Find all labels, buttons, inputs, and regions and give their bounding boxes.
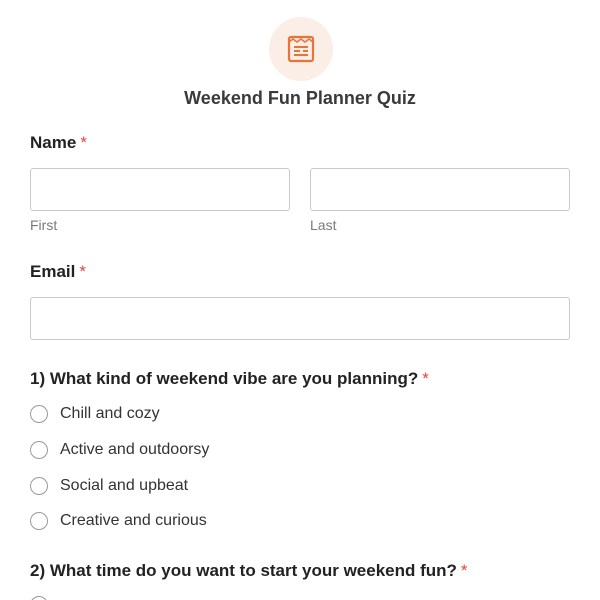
- first-name-sublabel: First: [30, 217, 58, 233]
- radio-button[interactable]: [30, 441, 48, 459]
- name-label: Name *: [30, 133, 87, 153]
- email-label: Email *: [30, 262, 86, 282]
- form-document-icon: [287, 35, 315, 63]
- question-1-option-1[interactable]: Chill and cozy: [30, 403, 160, 425]
- radio-button[interactable]: [30, 477, 48, 495]
- email-input[interactable]: [30, 297, 570, 340]
- option-label: Active and outdoorsy: [60, 441, 210, 458]
- question-1-option-3[interactable]: Social and upbeat: [30, 475, 188, 497]
- first-name-input[interactable]: [30, 168, 290, 211]
- question-1-text: 1) What kind of weekend vibe are you pla…: [30, 369, 419, 388]
- radio-button[interactable]: [30, 512, 48, 530]
- form-title: Weekend Fun Planner Quiz: [184, 88, 416, 108]
- question-1-option-2[interactable]: Active and outdoorsy: [30, 439, 209, 461]
- option-label: Social and upbeat: [60, 477, 189, 494]
- required-marker: *: [460, 561, 468, 580]
- name-label-text: Name: [30, 133, 77, 152]
- quiz-form-page: Weekend Fun Planner Quiz Name * First Las…: [0, 0, 600, 600]
- email-label-text: Email: [30, 262, 76, 281]
- last-name-sublabel: Last: [310, 217, 337, 233]
- question-1-label: 1) What kind of weekend vibe are you pla…: [30, 369, 429, 389]
- required-marker: *: [80, 133, 87, 152]
- required-marker: *: [79, 262, 86, 281]
- question-2-option-1[interactable]: [30, 594, 60, 600]
- option-label: Creative and curious: [60, 512, 207, 529]
- radio-button[interactable]: [30, 405, 48, 423]
- question-2-label: 2) What time do you want to start your w…: [30, 561, 468, 581]
- form-logo: [269, 17, 333, 81]
- required-marker: *: [422, 369, 429, 388]
- last-name-input[interactable]: [310, 168, 570, 211]
- question-1-option-4[interactable]: Creative and curious: [30, 510, 207, 532]
- radio-button[interactable]: [30, 596, 48, 600]
- question-2-text: 2) What time do you want to start your w…: [30, 561, 457, 580]
- option-label: Chill and cozy: [60, 405, 160, 422]
